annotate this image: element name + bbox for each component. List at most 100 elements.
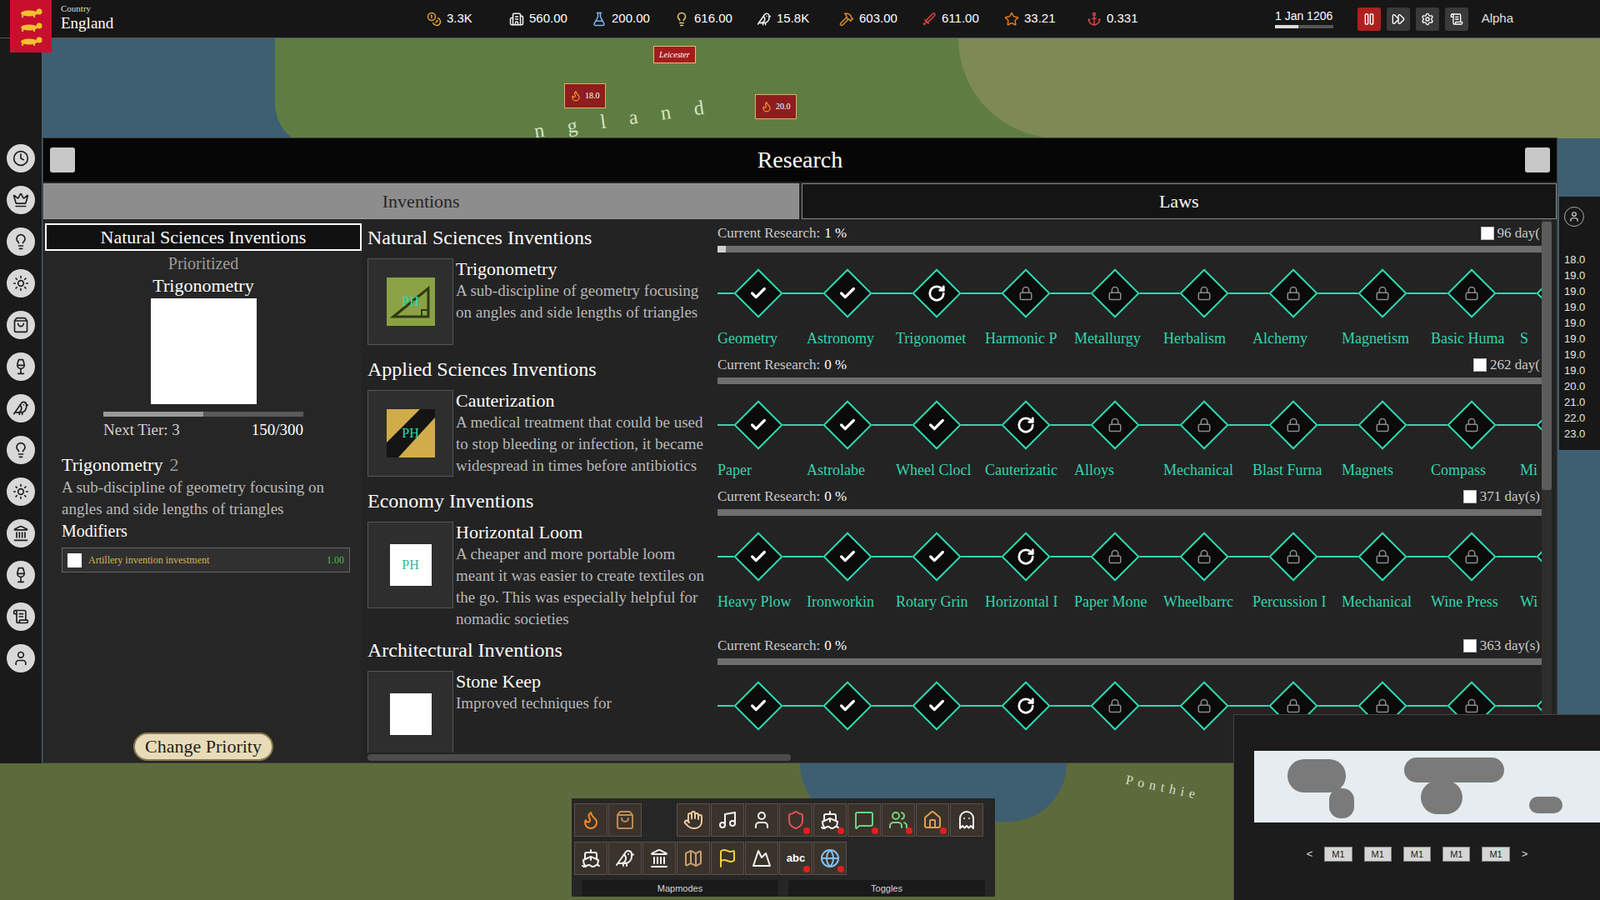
army-marker[interactable]: 20.0: [755, 94, 797, 120]
sidebar-item[interactable]: [6, 644, 35, 673]
tech-node[interactable]: Alchemy: [1252, 265, 1342, 350]
city-banner[interactable]: Leicester: [653, 45, 696, 64]
tech-node[interactable]: Wheelbarrc: [1163, 529, 1253, 613]
tab[interactable]: Inventions: [43, 183, 800, 220]
sidebar-item[interactable]: [6, 352, 35, 381]
days-remaining[interactable]: 363 day(s): [1463, 635, 1542, 657]
tech-node[interactable]: Percussion I: [1252, 529, 1342, 613]
tech-node[interactable]: [895, 678, 985, 753]
minimap-mode-button[interactable]: M1: [1442, 846, 1470, 862]
toolbar-button[interactable]: [950, 803, 984, 837]
tech-node[interactable]: S: [1520, 265, 1542, 350]
toolbar-button[interactable]: [915, 803, 950, 837]
tech-node[interactable]: Paper Mone: [1074, 529, 1164, 613]
resource-item[interactable]: 560.00: [509, 9, 592, 29]
fast-button[interactable]: [1386, 7, 1410, 31]
tech-node[interactable]: [1074, 678, 1164, 753]
tech-node[interactable]: Wi: [1520, 529, 1542, 613]
change-priority-button[interactable]: Change Priority: [133, 732, 274, 761]
toolbar-button[interactable]: [745, 803, 779, 837]
days-checkbox[interactable]: [1463, 639, 1477, 653]
sidebar-item[interactable]: [6, 185, 35, 215]
tech-node[interactable]: Astrolabe: [806, 397, 896, 481]
sidebar-item[interactable]: [6, 394, 35, 423]
resource-item[interactable]: 603.00: [839, 9, 922, 29]
minimap-mode-button[interactable]: M1: [1364, 846, 1392, 862]
toolbar-button[interactable]: [813, 841, 847, 875]
tech-node[interactable]: Wine Press: [1430, 529, 1520, 613]
tech-node[interactable]: Mechanical: [1341, 529, 1431, 613]
tech-node[interactable]: Basic Huma: [1430, 265, 1520, 350]
invention-card[interactable]: PHCauterizationA medical treatment that …: [367, 390, 718, 477]
tech-node[interactable]: Mi: [1520, 397, 1542, 481]
resource-item[interactable]: 0.331: [1086, 9, 1170, 29]
modifier-row[interactable]: Artillery invention investment1.00: [61, 547, 350, 573]
tech-node[interactable]: Wheel Clocl: [895, 397, 985, 481]
resource-item[interactable]: 200.00: [591, 9, 675, 29]
toolbar-button[interactable]: [710, 841, 745, 875]
toolbar-button[interactable]: [676, 803, 710, 837]
toolbar-tab[interactable]: Toggles: [788, 880, 985, 897]
sidebar-item[interactable]: [6, 519, 35, 548]
toolbar-button[interactable]: [608, 803, 642, 837]
country-info[interactable]: CountryEngland: [60, 3, 114, 33]
tech-node[interactable]: Alloys: [1074, 397, 1164, 481]
toolbar-button[interactable]: [642, 841, 676, 875]
toolbar-button[interactable]: [813, 803, 847, 837]
sidebar-item[interactable]: [6, 310, 35, 340]
toolbar-button[interactable]: [881, 803, 915, 837]
toolbar-button[interactable]: [574, 841, 608, 875]
toolbar-button[interactable]: [847, 803, 881, 837]
sidebar-item[interactable]: [6, 477, 35, 506]
invention-card[interactable]: Stone KeepImproved techniques for: [367, 670, 718, 753]
settings-button[interactable]: [1415, 7, 1440, 31]
sidebar-item[interactable]: [6, 269, 35, 298]
tech-node[interactable]: Horizontal I: [985, 529, 1075, 613]
sidebar-item[interactable]: [6, 435, 35, 465]
tech-node[interactable]: Trigonomet: [895, 265, 985, 350]
resource-item[interactable]: 33.21: [1004, 9, 1087, 29]
toolbar-tab[interactable]: Mapmodes: [581, 880, 779, 897]
toolbar-button[interactable]: [676, 841, 710, 875]
tech-node[interactable]: [985, 678, 1075, 753]
days-checkbox[interactable]: [1473, 358, 1487, 372]
tech-node[interactable]: Rotary Grin: [895, 529, 985, 613]
toolbar-button[interactable]: abc: [779, 841, 813, 875]
minimap-arrow[interactable]: <: [1306, 845, 1314, 863]
tech-node[interactable]: Heavy Plow: [717, 529, 807, 613]
tab[interactable]: Laws: [801, 183, 1558, 220]
days-checkbox[interactable]: [1480, 226, 1495, 240]
resource-item[interactable]: 3.3K: [426, 9, 510, 29]
tech-node[interactable]: Compass: [1430, 397, 1520, 481]
resource-item[interactable]: 611.00: [921, 9, 1005, 29]
tech-node[interactable]: Magnets: [1341, 397, 1431, 481]
toolbar-button[interactable]: [710, 803, 745, 837]
minimap[interactable]: [1254, 750, 1600, 823]
tech-node[interactable]: Mechanical: [1163, 397, 1253, 481]
days-remaining[interactable]: 262 day(: [1473, 354, 1542, 376]
tech-node[interactable]: Magnetism: [1341, 265, 1431, 350]
minimap-mode-button[interactable]: M1: [1481, 846, 1510, 862]
sidebar-item[interactable]: [6, 602, 35, 631]
tech-node[interactable]: Metallurgy: [1074, 265, 1164, 350]
tech-node[interactable]: Paper: [717, 397, 807, 481]
profile-name[interactable]: Alpha: [1481, 9, 1514, 29]
tech-node[interactable]: Ironworkin: [806, 529, 896, 613]
tech-node[interactable]: Geometry: [717, 265, 807, 350]
vertical-scrollbar[interactable]: [1541, 219, 1552, 763]
toolbar-button[interactable]: [574, 803, 608, 837]
toolbar-button[interactable]: [745, 841, 779, 875]
minimap-mode-button[interactable]: M1: [1403, 846, 1431, 862]
tech-node[interactable]: [717, 678, 807, 753]
tech-node[interactable]: Harmonic P: [985, 265, 1075, 350]
invention-card[interactable]: PHHorizontal LoomA cheaper and more port…: [367, 521, 718, 630]
resource-item[interactable]: 616.00: [674, 9, 757, 29]
days-checkbox[interactable]: [1463, 490, 1477, 504]
tech-node[interactable]: Herbalism: [1163, 265, 1253, 350]
close-button[interactable]: [1525, 147, 1550, 173]
minimap-mode-button[interactable]: M1: [1324, 846, 1352, 862]
sidebar-item[interactable]: [6, 560, 35, 590]
modifier-checkbox[interactable]: [67, 553, 82, 568]
tech-node[interactable]: [806, 678, 896, 753]
window-button[interactable]: [50, 147, 75, 173]
